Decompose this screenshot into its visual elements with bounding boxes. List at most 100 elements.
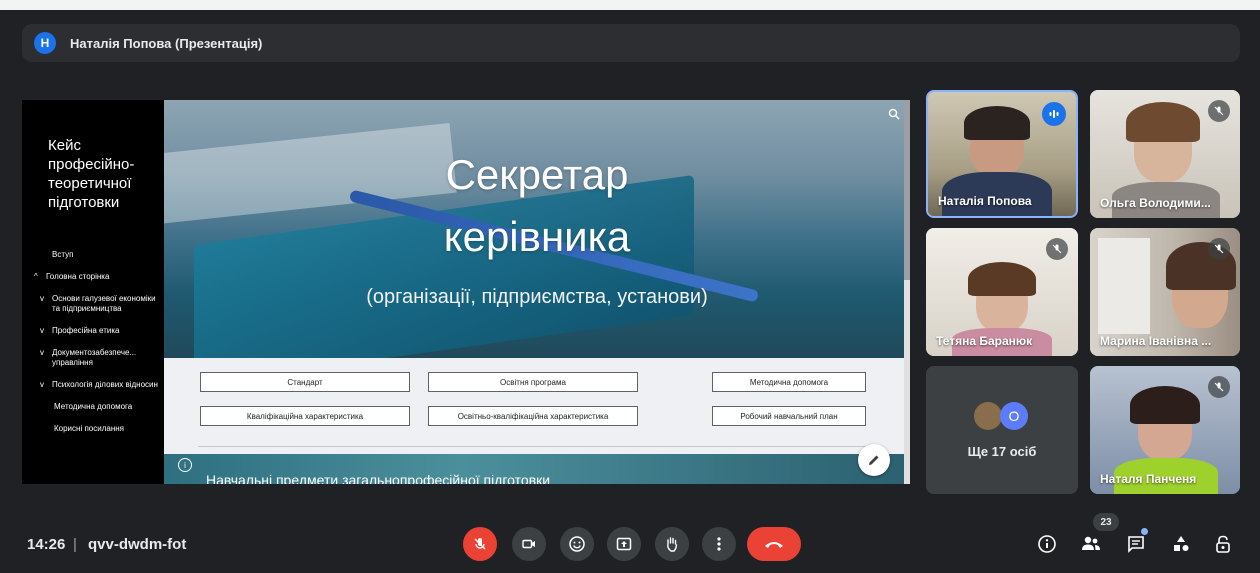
participant-tile-1[interactable]: Наталія Попова bbox=[926, 90, 1078, 218]
hero-title-line: Секретар bbox=[445, 151, 629, 198]
chat-icon bbox=[1128, 536, 1144, 553]
chevron-down-icon: v bbox=[40, 294, 44, 303]
nav-item-label: Основи галузевої економіки та підприємни… bbox=[52, 294, 156, 313]
search-icon[interactable] bbox=[888, 108, 900, 120]
participant-hair bbox=[968, 262, 1036, 296]
people-icon bbox=[1082, 536, 1100, 550]
raise-hand-button[interactable] bbox=[655, 527, 689, 561]
participant-tile-2[interactable]: Ольга Володими... bbox=[1090, 90, 1240, 218]
participant-name: Наталя Панченя bbox=[1100, 472, 1197, 486]
nav-item-home[interactable]: ^ Головна сторінка bbox=[30, 272, 164, 282]
camera-icon bbox=[522, 539, 535, 549]
participant-hair bbox=[1126, 102, 1200, 142]
link-edu-program[interactable]: Освітня програма bbox=[428, 372, 638, 392]
present-button[interactable] bbox=[607, 527, 641, 561]
site-title-line: професійно- bbox=[48, 156, 135, 173]
link-standard[interactable]: Стандарт bbox=[200, 372, 410, 392]
hero-title: Секретар керівника bbox=[164, 144, 910, 268]
divider bbox=[198, 446, 870, 447]
nav-item-ethics[interactable]: v Професійна етика bbox=[30, 326, 164, 336]
link-method-help[interactable]: Методична допомога bbox=[712, 372, 866, 392]
info-badge-icon[interactable]: i bbox=[178, 458, 192, 472]
hero-title-line: керівника bbox=[443, 213, 631, 260]
chevron-down-icon: v bbox=[40, 326, 44, 335]
participant-hair bbox=[1130, 386, 1200, 424]
leave-call-button[interactable] bbox=[747, 527, 801, 561]
camera-toggle-button[interactable] bbox=[512, 527, 546, 561]
links-panel: Стандарт Освітня програма Методична допо… bbox=[164, 358, 910, 460]
link-work-plan[interactable]: Робочий навчальний план bbox=[712, 406, 866, 426]
presenter-avatar: Н bbox=[34, 32, 56, 54]
pencil-icon bbox=[869, 455, 879, 465]
link-edu-qualification[interactable]: Освітньо-кваліфікаційна характеристика bbox=[428, 406, 638, 426]
participant-avatar: О bbox=[1000, 402, 1028, 430]
background-poster bbox=[1098, 238, 1150, 334]
raise-hand-icon bbox=[667, 537, 678, 552]
section-heading: Навчальні предмети загальнопрофесійної п… bbox=[206, 472, 551, 484]
chevron-down-icon: v bbox=[40, 348, 44, 357]
mic-off-icon bbox=[1208, 238, 1230, 260]
presenter-label: Наталія Попова (Презентація) bbox=[70, 35, 263, 51]
hang-up-icon bbox=[765, 542, 783, 548]
site-title: Кейс професійно- теоретичної підготовки bbox=[48, 136, 134, 212]
hero-subtitle: (організації, підприємства, установи) bbox=[366, 286, 708, 308]
participant-count-badge: 23 bbox=[1093, 513, 1119, 531]
nav-item-intro[interactable]: Вступ bbox=[30, 250, 164, 260]
mic-off-icon bbox=[474, 538, 486, 550]
site-title-line: підготовки bbox=[48, 194, 120, 211]
emoji-icon bbox=[569, 536, 585, 552]
mic-off-icon bbox=[1208, 376, 1230, 398]
site-title-line: теоретичної bbox=[48, 175, 132, 192]
nav-item-label: Корисні посилання bbox=[54, 424, 124, 433]
info-icon bbox=[1038, 535, 1056, 553]
hero-image: Секретар керівника (організації, підприє… bbox=[164, 100, 910, 358]
reactions-button[interactable] bbox=[560, 527, 594, 561]
more-participants-tile[interactable]: О Ще 17 осіб bbox=[926, 366, 1078, 494]
site-nav: Вступ ^ Головна сторінка v Основи галузево… bbox=[30, 250, 164, 446]
nav-item-method-help[interactable]: Методична допомога bbox=[30, 402, 164, 412]
nav-item-psychology[interactable]: v Психологія ділових відносин bbox=[30, 380, 164, 390]
people-button[interactable] bbox=[1080, 533, 1102, 555]
site-content: Секретар керівника (організації, підприє… bbox=[164, 100, 910, 484]
activities-button[interactable] bbox=[1170, 533, 1192, 555]
link-qualification[interactable]: Кваліфікаційна характеристика bbox=[200, 406, 410, 426]
site-title-line: Кейс bbox=[48, 137, 81, 154]
participant-name: Ольга Володими... bbox=[1100, 196, 1211, 210]
nav-item-documents[interactable]: v Документозабезпече... управління bbox=[30, 348, 164, 368]
participant-tile-3[interactable]: Тетяна Баранюк bbox=[926, 228, 1078, 356]
meeting-code: qvv-dwdm-fot bbox=[88, 536, 187, 553]
scrollbar[interactable] bbox=[904, 100, 910, 484]
nav-item-label: Головна сторінка bbox=[46, 272, 110, 281]
participant-tile-4[interactable]: Марина Іванівна ... bbox=[1090, 228, 1240, 356]
participant-hair bbox=[964, 106, 1030, 140]
more-participants-label: Ще 17 осіб bbox=[967, 444, 1037, 459]
chevron-up-icon: ^ bbox=[34, 272, 38, 281]
scrollbar-thumb[interactable] bbox=[904, 100, 910, 280]
more-options-button[interactable] bbox=[702, 527, 736, 561]
nav-item-label: Психологія ділових відносин bbox=[52, 380, 158, 389]
participant-name: Тетяна Баранюк bbox=[936, 334, 1033, 348]
unread-dot bbox=[1141, 528, 1148, 535]
meeting-details-button[interactable] bbox=[1036, 533, 1058, 555]
edit-pencil-button[interactable] bbox=[858, 444, 890, 476]
separator: | bbox=[73, 536, 77, 553]
nav-item-useful-links[interactable]: Корисні посилання bbox=[30, 424, 164, 434]
shared-screen[interactable]: Кейс професійно- теоретичної підготовки … bbox=[22, 100, 910, 484]
host-controls-button[interactable] bbox=[1212, 533, 1234, 555]
mic-off-icon bbox=[1046, 238, 1068, 260]
chat-button[interactable] bbox=[1125, 533, 1147, 555]
mic-off-icon bbox=[1208, 100, 1230, 122]
nav-item-label: Методична допомога bbox=[54, 402, 133, 411]
window-top-strip bbox=[0, 0, 1260, 10]
nav-item-label: Вступ bbox=[52, 250, 74, 259]
meeting-time: 14:26 bbox=[27, 536, 66, 553]
site-sidebar: Кейс професійно- теоретичної підготовки … bbox=[22, 100, 164, 484]
nav-item-economics[interactable]: v Основи галузевої економіки та підприємн… bbox=[30, 294, 164, 314]
speaking-indicator-icon bbox=[1042, 102, 1066, 126]
participant-tile-5[interactable]: Наталя Панченя bbox=[1090, 366, 1240, 494]
lock-person-icon bbox=[1216, 535, 1230, 553]
mic-toggle-button[interactable] bbox=[463, 527, 497, 561]
activities-icon bbox=[1174, 536, 1189, 551]
presenter-banner: Н Наталія Попова (Презентація) bbox=[22, 24, 1240, 62]
participant-name: Наталія Попова bbox=[938, 194, 1032, 208]
